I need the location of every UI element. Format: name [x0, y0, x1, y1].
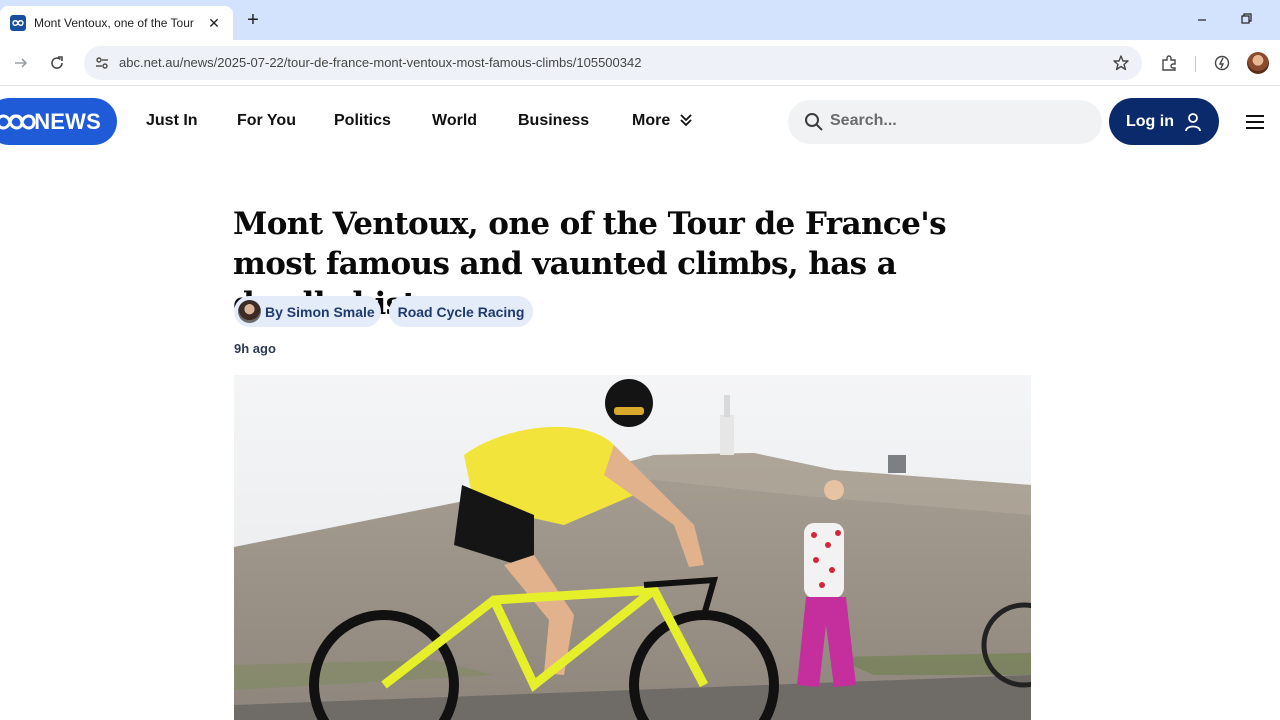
browser-tab[interactable]: Mont Ventoux, one of the Tour ✕: [0, 6, 233, 40]
site-info-icon[interactable]: [92, 53, 112, 73]
address-bar[interactable]: abc.net.au/news/2025-07-22/tour-de-franc…: [84, 46, 1142, 80]
login-label: Log in: [1126, 112, 1174, 130]
hamburger-menu-icon[interactable]: [1245, 113, 1265, 131]
abc-news-logo[interactable]: NEWS: [0, 98, 117, 145]
new-tab-icon[interactable]: +: [244, 10, 262, 30]
publish-timestamp: 9h ago: [234, 341, 276, 356]
site-header: NEWS Just In For You Politics World Busi…: [0, 86, 1280, 158]
search-icon: [804, 112, 824, 132]
nav-politics[interactable]: Politics: [334, 112, 391, 130]
profile-avatar[interactable]: [1247, 52, 1269, 74]
browser-toolbar: abc.net.au/news/2025-07-22/tour-de-franc…: [0, 40, 1280, 86]
url-text[interactable]: abc.net.au/news/2025-07-22/tour-de-franc…: [119, 55, 641, 70]
author-name: By Simon Smale: [265, 303, 375, 320]
search-box[interactable]: Search...: [788, 100, 1102, 144]
tab-title: Mont Ventoux, one of the Tour: [34, 16, 194, 30]
search-placeholder: Search...: [830, 112, 897, 129]
hero-image: [234, 375, 1031, 720]
forward-icon[interactable]: [11, 53, 31, 73]
restore-window-icon[interactable]: [1238, 10, 1258, 30]
logo-text: NEWS: [34, 108, 101, 134]
browser-tab-strip: Mont Ventoux, one of the Tour ✕ +: [0, 0, 1280, 40]
nav-just-in[interactable]: Just In: [146, 112, 198, 130]
abc-favicon-icon: [10, 15, 26, 31]
bookmark-star-icon[interactable]: [1112, 54, 1130, 72]
topic-label: Road Cycle Racing: [397, 303, 525, 320]
author-chip[interactable]: By Simon Smale: [234, 296, 381, 327]
chevron-down-icon[interactable]: [680, 113, 692, 127]
login-button[interactable]: Log in: [1109, 98, 1219, 145]
topic-chip[interactable]: Road Cycle Racing: [389, 296, 533, 327]
nav-more[interactable]: More: [632, 112, 670, 130]
author-avatar: [238, 300, 261, 323]
tab-close-icon[interactable]: ✕: [205, 14, 223, 32]
nav-for-you[interactable]: For You: [237, 112, 296, 130]
abc-lissajous-icon: [0, 114, 36, 130]
extensions-icon[interactable]: [1159, 53, 1179, 73]
user-icon: [1184, 112, 1202, 132]
nav-business[interactable]: Business: [518, 112, 589, 130]
performance-icon[interactable]: [1212, 53, 1232, 73]
nav-world[interactable]: World: [432, 112, 477, 130]
toolbar-separator: [1195, 56, 1196, 72]
reload-icon[interactable]: [47, 53, 67, 73]
minimize-icon[interactable]: [1194, 10, 1214, 30]
